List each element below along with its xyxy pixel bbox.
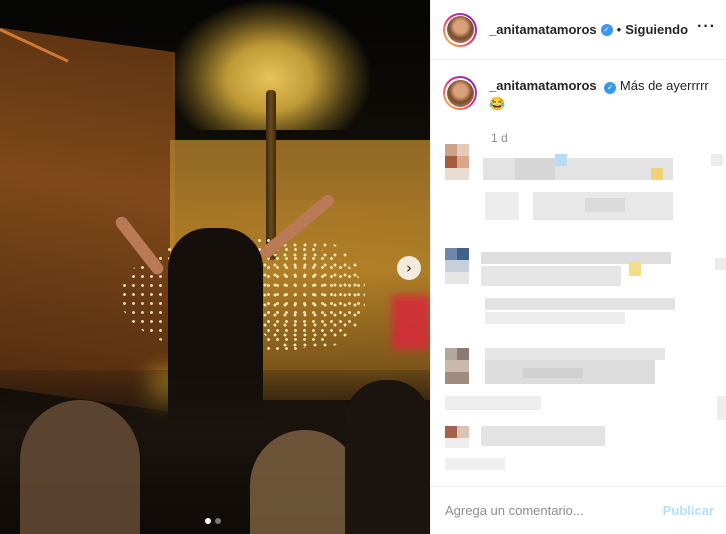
chevron-right-icon: › bbox=[406, 259, 412, 277]
carousel-dot bbox=[215, 518, 221, 524]
verified-badge-icon: ✓ bbox=[600, 23, 613, 36]
header-separator: • bbox=[616, 22, 622, 37]
post-sidebar: _anitamatamoros ✓ • Siguiendo ··· _anita… bbox=[430, 0, 726, 534]
avatar-image bbox=[446, 79, 474, 107]
instagram-post: › _anitamatamoros ✓ • Siguiendo ··· _ani… bbox=[0, 0, 726, 534]
header-username[interactable]: _anitamatamoros bbox=[489, 22, 597, 37]
post-header: _anitamatamoros ✓ • Siguiendo ··· bbox=[431, 0, 726, 60]
caption-body: Más de ayerrrrr bbox=[619, 78, 709, 93]
carousel-next-button[interactable]: › bbox=[397, 256, 421, 280]
avatar[interactable] bbox=[443, 12, 477, 47]
comment-input[interactable] bbox=[445, 503, 645, 518]
verified-badge-icon: ✓ bbox=[604, 82, 617, 94]
caption: _anitamatamoros ✓ Más de ayerrrrr 😂 bbox=[443, 76, 714, 113]
carousel-dot-active bbox=[205, 518, 211, 524]
post-media[interactable]: › bbox=[0, 0, 430, 534]
comments-section: _anitamatamoros ✓ Más de ayerrrrr 😂 1 d bbox=[431, 60, 726, 486]
caption-avatar[interactable] bbox=[443, 76, 477, 110]
laughing-emoji: 😂 bbox=[489, 96, 506, 111]
post-timestamp: 1 d bbox=[491, 131, 508, 145]
carousel-indicator bbox=[205, 518, 221, 524]
red-light bbox=[392, 295, 430, 350]
palm-tree-trunk bbox=[266, 90, 276, 260]
crowd-person bbox=[345, 380, 430, 534]
avatar-border bbox=[445, 78, 475, 108]
crowd-person bbox=[250, 430, 360, 534]
avatar-image bbox=[446, 16, 474, 43]
crowd-person bbox=[20, 400, 140, 534]
building-wall bbox=[0, 27, 175, 413]
caption-username[interactable]: _anitamatamoros bbox=[489, 78, 597, 93]
add-comment-bar: Publicar bbox=[431, 486, 726, 534]
more-options-icon[interactable]: ··· bbox=[697, 18, 716, 36]
follow-status-button[interactable]: Siguiendo bbox=[625, 22, 688, 37]
avatar-border bbox=[445, 14, 475, 45]
caption-text: _anitamatamoros ✓ Más de ayerrrrr 😂 bbox=[489, 77, 709, 113]
publish-button[interactable]: Publicar bbox=[663, 503, 714, 518]
